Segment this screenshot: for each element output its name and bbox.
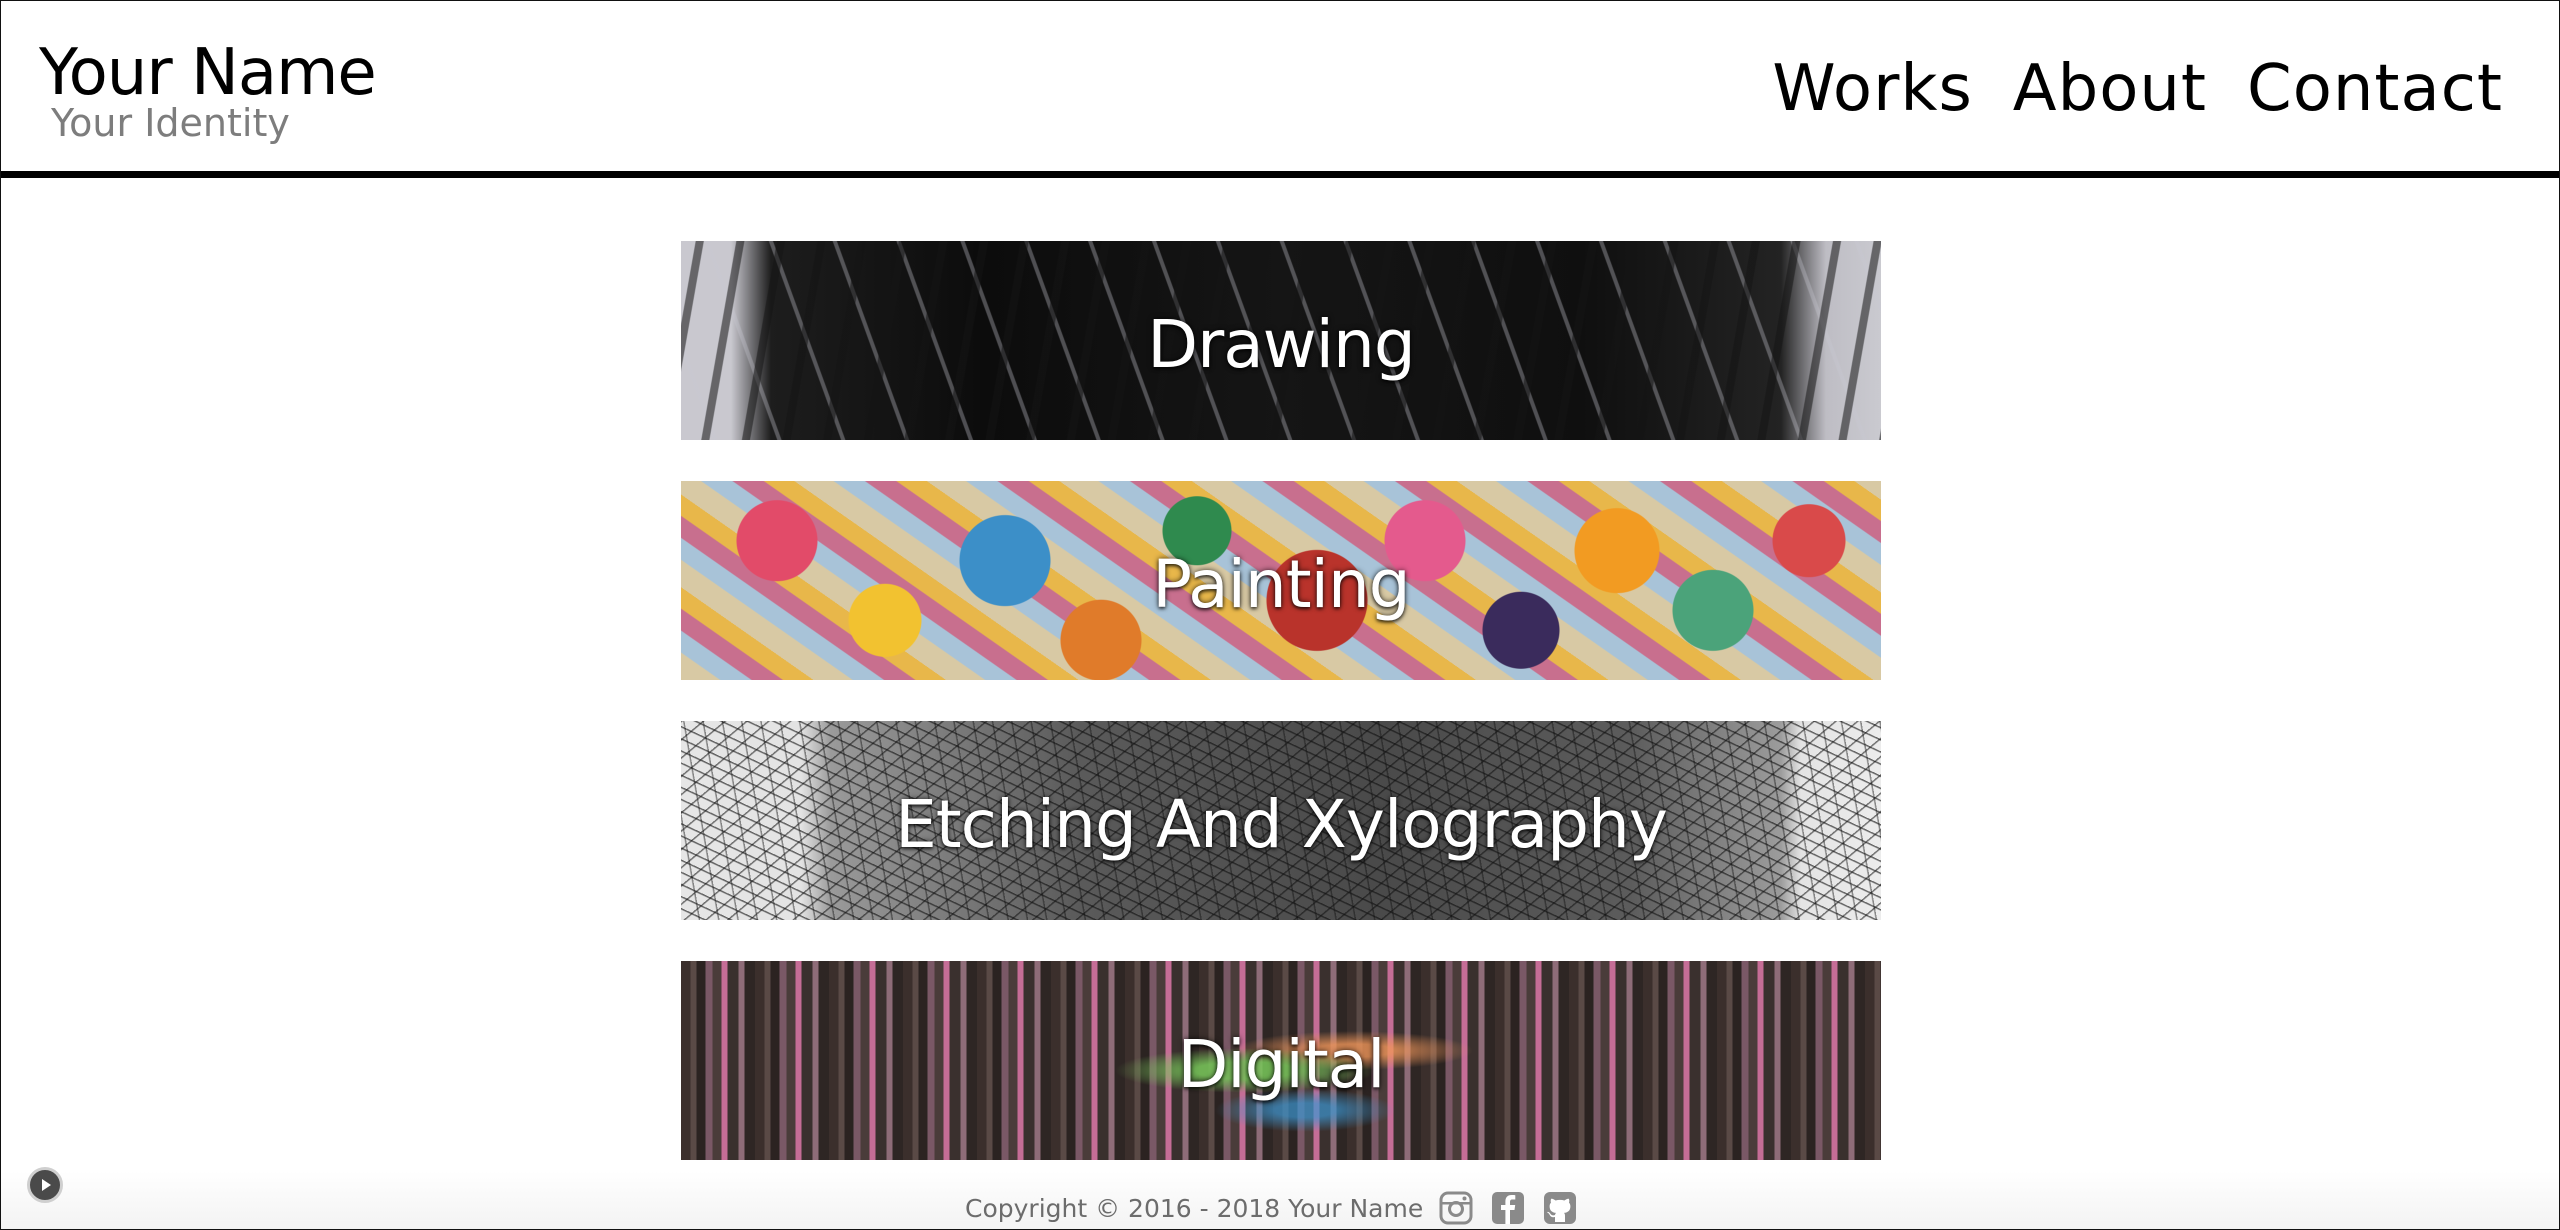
nav-about-link[interactable]: About	[2013, 47, 2207, 131]
play-icon	[42, 1179, 51, 1191]
category-tile-etching[interactable]: Etching And Xylography	[681, 721, 1881, 920]
category-tile-painting[interactable]: Painting	[681, 481, 1881, 680]
social-links	[1439, 1191, 1577, 1225]
category-label: Digital	[1177, 1026, 1385, 1103]
category-label: Drawing	[1147, 306, 1415, 383]
copyright-text: Copyright © 2016 - 2018 Your Name	[965, 1194, 1424, 1223]
site-header: Your Name Your Identity Works About Cont…	[1, 1, 2559, 178]
facebook-icon[interactable]	[1491, 1191, 1525, 1225]
brand-identity: Your Identity	[51, 101, 290, 145]
category-label: Painting	[1152, 546, 1410, 623]
site-footer: Copyright © 2016 - 2018 Your Name	[1, 1171, 2559, 1229]
category-tile-drawing[interactable]: Drawing	[681, 241, 1881, 440]
nav-works-link[interactable]: Works	[1772, 47, 1972, 131]
category-list: Drawing Painting Etching And Xylography …	[681, 241, 1881, 1201]
play-button[interactable]	[27, 1167, 63, 1203]
nav-contact-link[interactable]: Contact	[2247, 47, 2503, 131]
instagram-icon[interactable]	[1439, 1191, 1473, 1225]
main-nav: Works About Contact	[1772, 47, 2503, 131]
category-tile-digital[interactable]: Digital	[681, 961, 1881, 1160]
category-label: Etching And Xylography	[895, 786, 1668, 863]
github-icon[interactable]	[1543, 1191, 1577, 1225]
page-frame: Your Name Your Identity Works About Cont…	[0, 0, 2560, 1230]
